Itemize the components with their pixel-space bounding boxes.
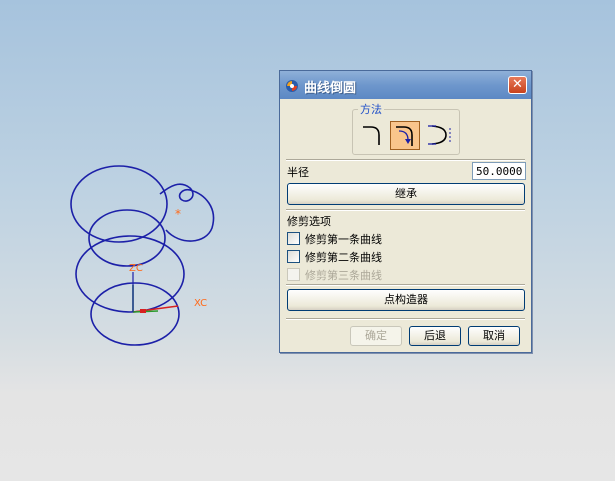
method-group-label: 方法 (358, 101, 384, 117)
coordinate-triad: ZC XC (129, 263, 207, 313)
radius-input[interactable] (472, 162, 526, 180)
method-three-curve-fillet-button[interactable] (424, 121, 454, 150)
trim-first-curve-label: 修剪第一条曲线 (305, 233, 382, 246)
zc-axis-label: ZC (129, 263, 143, 274)
app-icon (284, 77, 300, 93)
dialog-title: 曲线倒圆 (304, 81, 357, 96)
close-icon: ✕ (512, 77, 523, 92)
method-group: 方法 (352, 101, 460, 155)
point-constructor-button[interactable]: 点构造器 (287, 289, 525, 311)
selection-asterisk: * (175, 207, 181, 221)
divider (286, 159, 525, 161)
trim-first-curve-checkbox[interactable] (287, 232, 300, 245)
circle-curve-third[interactable] (75, 235, 185, 313)
method-two-curve-fillet-button[interactable] (390, 121, 420, 150)
divider (286, 284, 525, 286)
xc-axis-label: XC (194, 298, 207, 309)
curve-geometry (70, 165, 215, 346)
curve-fillet-dialog: 曲线倒圆 ✕ 方法 半径 50.0000 继承 修剪选项 修剪第一条曲线 修剪第… (279, 70, 532, 353)
close-button[interactable]: ✕ (508, 76, 527, 94)
trim-third-curve-label: 修剪第三条曲线 (305, 269, 382, 282)
divider (286, 209, 525, 211)
dialog-titlebar[interactable]: 曲线倒圆 ✕ (280, 71, 531, 99)
circle-curve-bottom[interactable] (90, 282, 180, 346)
method-simple-fillet-button[interactable] (357, 121, 387, 150)
trim-third-curve-checkbox[interactable] (287, 268, 300, 281)
back-button[interactable]: 后退 (409, 326, 461, 346)
circle-curve-second[interactable] (88, 209, 166, 267)
trim-options-label: 修剪选项 (287, 215, 331, 228)
fillet-lobe-curve[interactable] (159, 183, 215, 242)
simple-fillet-icon (363, 126, 380, 145)
divider (286, 318, 525, 320)
cancel-button[interactable]: 取消 (468, 326, 520, 346)
trim-second-curve-label: 修剪第二条曲线 (305, 251, 382, 264)
circle-curve-top[interactable] (70, 165, 168, 243)
inherit-button[interactable]: 继承 (287, 183, 525, 205)
radius-label: 半径 (287, 166, 309, 179)
ok-button[interactable]: 确定 (350, 326, 402, 346)
three-curve-fillet-icon (428, 125, 451, 145)
trim-second-curve-checkbox[interactable] (287, 250, 300, 263)
two-curve-fillet-icon (396, 126, 413, 146)
